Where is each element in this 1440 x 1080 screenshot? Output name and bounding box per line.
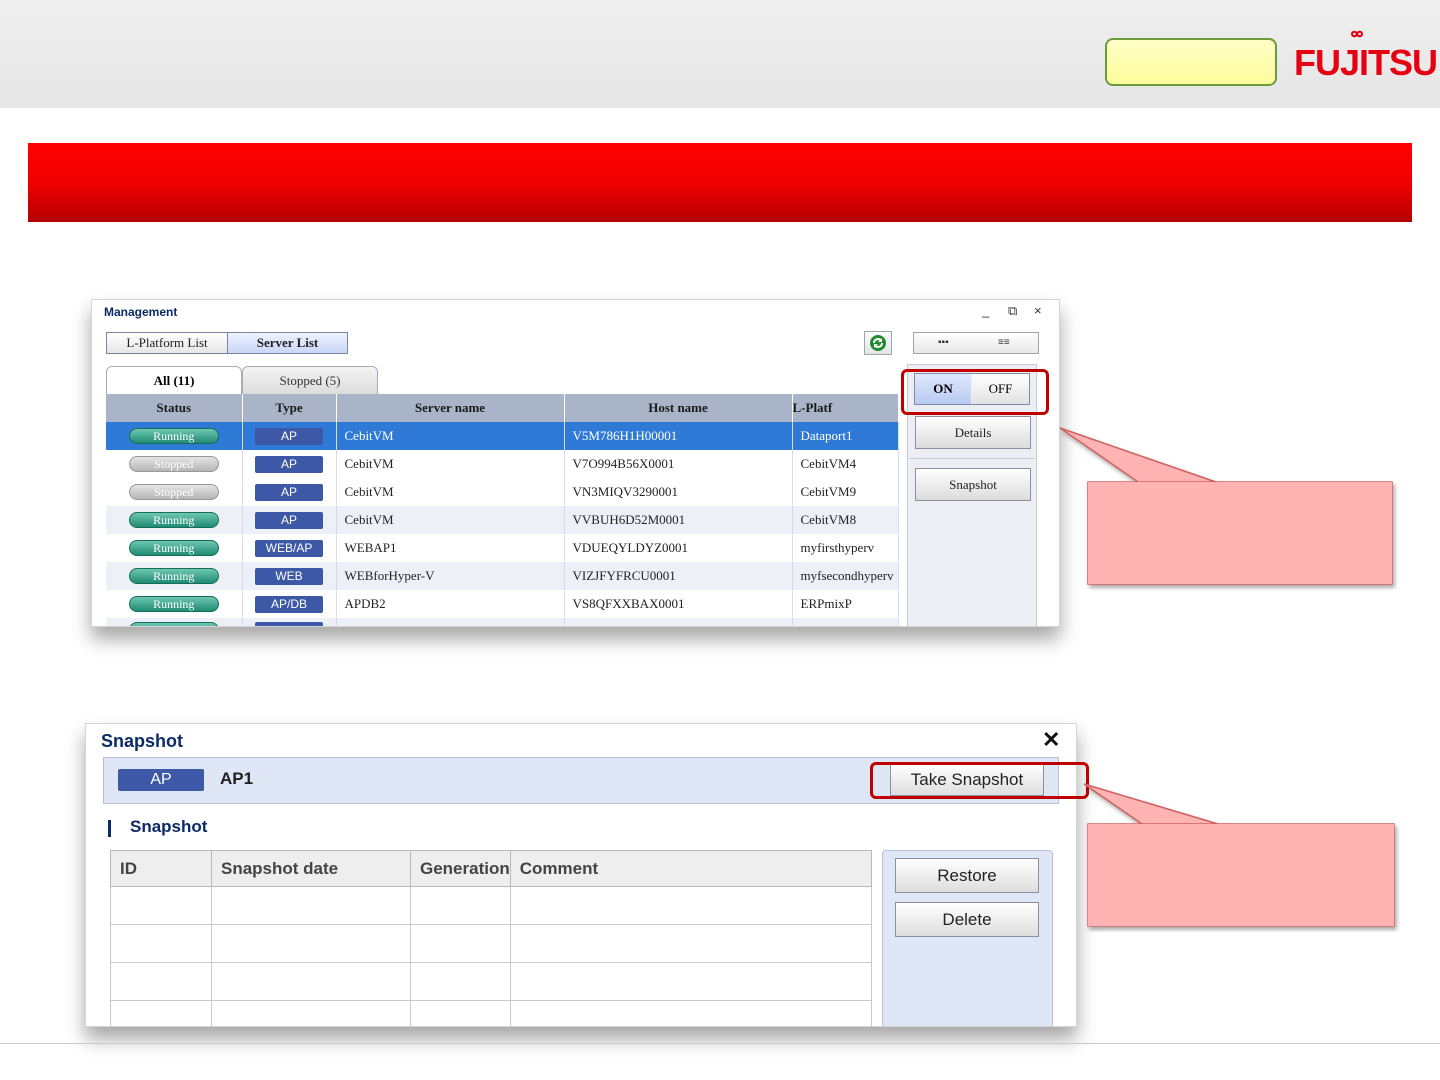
column-header-host-name[interactable]: Host name (564, 394, 793, 422)
refresh-button[interactable] (864, 331, 892, 355)
view-mode-switch[interactable]: ▪▪▪ ≡≡ (913, 332, 1039, 354)
table-row[interactable]: Running AP CebitVM VVBUH6D52M0001 CebitV… (106, 506, 899, 534)
server-name-cell: APDB2 (336, 590, 565, 618)
power-toggle-highlight (901, 369, 1049, 415)
host-name-cell: VS8QFXXBAX0001 (564, 590, 793, 618)
type-badge: AP/DB (255, 595, 323, 613)
restore-icon[interactable]: ⧉ (1008, 303, 1017, 319)
table-row[interactable]: Stopped AP CebitVM VN3MIQV3290001 CebitV… (106, 478, 899, 506)
section-marker (108, 820, 111, 837)
l-platform-cell: CebitVM4 (792, 450, 899, 478)
status-badge: Running (128, 596, 219, 612)
server-name-cell (336, 618, 565, 626)
infinity-icon (1350, 30, 1364, 38)
details-button[interactable]: Details (915, 416, 1031, 449)
dialog-title: Snapshot (101, 731, 184, 751)
type-badge: AP (255, 511, 323, 529)
tab-server-list[interactable]: Server List (227, 332, 348, 354)
close-icon[interactable]: ✕ (1042, 727, 1060, 753)
host-name-cell (564, 618, 793, 626)
host-name-cell: V5M786H1H00001 (564, 422, 793, 450)
host-name-cell: VVBUH6D52M0001 (564, 506, 793, 534)
type-badge: AP (255, 483, 323, 501)
footer-divider (0, 1043, 1440, 1044)
server-name-cell: CebitVM (336, 422, 565, 450)
server-name-cell: WEBAP1 (336, 534, 565, 562)
l-platform-cell: myfsecondhyperv (792, 562, 899, 590)
server-name-cell: CebitVM (336, 506, 565, 534)
divider (910, 458, 1034, 459)
take-snapshot-highlight (870, 762, 1089, 799)
type-badge: WEB (255, 567, 323, 585)
table-row[interactable]: Running AP CebitVM V5M786H1H00001 Datapo… (106, 422, 899, 450)
snapshot-button[interactable]: Snapshot (915, 468, 1031, 501)
table-row[interactable] (110, 962, 872, 1001)
column-header-snapshot-date[interactable]: Snapshot date (211, 850, 411, 887)
table-row[interactable] (106, 618, 899, 626)
status-badge: Running (128, 540, 219, 556)
table-row[interactable]: Running WEB/AP WEBAP1 VDUEQYLDYZ0001 myf… (106, 534, 899, 562)
type-badge (255, 621, 323, 626)
snapshot-table: ID Snapshot date Generation Comment (110, 850, 872, 1026)
column-header-id[interactable]: ID (110, 850, 212, 887)
yellow-label-box (1105, 38, 1277, 86)
server-table: Status Type Server name Host name L-Plat… (106, 394, 899, 626)
table-row[interactable]: Stopped AP CebitVM V7O994B56X0001 CebitV… (106, 450, 899, 478)
status-badge: Running (128, 512, 219, 528)
l-platform-cell: myfirsthyperv (792, 534, 899, 562)
l-platform-cell: Dataport1 (792, 422, 899, 450)
tab-stopped[interactable]: Stopped (5) (242, 366, 378, 394)
type-badge: AP (255, 455, 323, 473)
tab-all[interactable]: All (11) (106, 366, 242, 394)
table-row[interactable]: Running WEB WEBforHyper-V VIZJFYFRCU0001… (106, 562, 899, 590)
status-badge: Running (128, 428, 219, 444)
type-badge: AP (118, 769, 204, 791)
server-name-cell: WEBforHyper-V (336, 562, 565, 590)
callout-bubble-1 (1059, 427, 1393, 585)
host-name-cell: VIZJFYFRCU0001 (564, 562, 793, 590)
section-title: Snapshot (130, 817, 208, 836)
close-icon[interactable]: × (1034, 303, 1042, 318)
server-name-cell: CebitVM (336, 450, 565, 478)
l-platform-cell: CebitVM9 (792, 478, 899, 506)
column-header-l-platform[interactable]: L-Platf (792, 394, 899, 422)
tile-view-icon[interactable]: ▪▪▪ (938, 337, 949, 348)
delete-button[interactable]: Delete (895, 902, 1039, 937)
management-window: Management _ ⧉ × L-Platform List Server … (91, 299, 1060, 627)
snapshot-action-panel: Restore Delete (882, 850, 1053, 1026)
column-header-comment[interactable]: Comment (509, 850, 872, 887)
column-header-type[interactable]: Type (242, 394, 337, 422)
callout-bubble-2 (1083, 783, 1395, 927)
column-header-status[interactable]: Status (106, 394, 243, 422)
type-badge: AP (255, 427, 323, 445)
column-header-server-name[interactable]: Server name (336, 394, 565, 422)
status-badge: Stopped (128, 456, 219, 472)
server-name: AP1 (220, 769, 254, 788)
table-row[interactable] (110, 1000, 872, 1026)
minimize-icon[interactable]: _ (982, 303, 989, 318)
table-row[interactable] (110, 886, 872, 925)
restore-button[interactable]: Restore (895, 858, 1039, 893)
type-badge: WEB/AP (255, 539, 323, 557)
refresh-icon (870, 335, 886, 351)
tab-l-platform-list[interactable]: L-Platform List (106, 332, 228, 354)
l-platform-cell: CebitVM8 (792, 506, 899, 534)
window-title: Management (104, 305, 178, 319)
status-badge (128, 622, 219, 626)
title-banner (28, 143, 1412, 222)
host-name-cell: V7O994B56X0001 (564, 450, 793, 478)
table-row[interactable]: Running AP/DB APDB2 VS8QFXXBAX0001 ERPmi… (106, 590, 899, 618)
server-name-cell: CebitVM (336, 478, 565, 506)
status-badge: Running (128, 568, 219, 584)
table-row[interactable] (110, 924, 872, 963)
host-name-cell: VDUEQYLDYZ0001 (564, 534, 793, 562)
l-platform-cell (792, 618, 899, 626)
l-platform-cell: ERPmixP (792, 590, 899, 618)
status-badge: Stopped (128, 484, 219, 500)
fujitsu-logo: FUJITSU (1294, 30, 1438, 84)
list-view-icon[interactable]: ≡≡ (998, 337, 1010, 348)
host-name-cell: VN3MIQV3290001 (564, 478, 793, 506)
column-header-generation[interactable]: Generation (410, 850, 511, 887)
